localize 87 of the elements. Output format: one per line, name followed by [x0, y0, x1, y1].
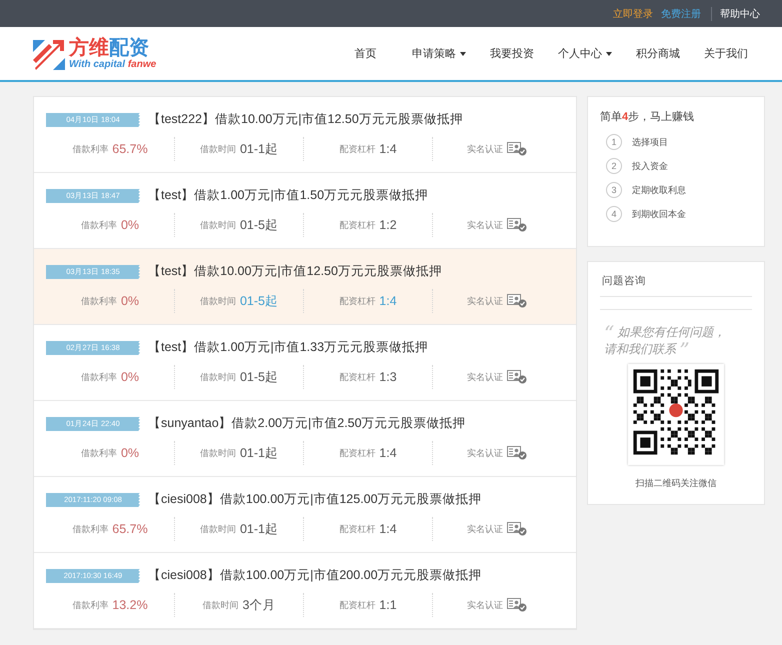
rate-value: 0% — [120, 370, 140, 384]
rate-value: 0% — [120, 218, 140, 232]
stat-label: 借款时间 — [202, 598, 239, 612]
rate-value: 0% — [120, 294, 140, 308]
stat-label: 借款利率 — [80, 446, 117, 460]
rate-value: 0% — [120, 446, 140, 460]
loan-title[interactable]: 【test】借款1.00万元|市值1.50万元元股票做抵押 — [148, 187, 428, 204]
top-link[interactable]: 立即登录 — [609, 6, 657, 20]
stat-label: 实名认证 — [467, 446, 503, 460]
nav-item[interactable]: 我要投资 — [478, 46, 546, 61]
id-card-check-icon — [507, 294, 527, 308]
leverage-value: 1:4 — [379, 446, 397, 460]
nav-item[interactable]: 申请策略 — [400, 46, 478, 61]
logo-tagline: With capital fanwe — [69, 58, 156, 70]
card-title: 问题咨询 — [600, 274, 752, 297]
stat-label: 借款利率 — [80, 294, 117, 308]
stat-label: 配资杠杆 — [339, 522, 376, 536]
leverage-value: 1:2 — [379, 218, 397, 232]
loan-title[interactable]: 【ciesi008】借款100.00万元|市值125.00万元元股票做抵押 — [148, 491, 482, 508]
stat-label: 借款利率 — [72, 598, 108, 612]
rate-value: 13.2% — [112, 598, 148, 612]
stat-label: 借款时间 — [200, 294, 236, 308]
loan-title[interactable]: 【test】借款10.00万元|市值12.50万元元股票做抵押 — [148, 263, 442, 280]
id-card-check-icon — [507, 142, 527, 156]
term-value: 01-5起 — [240, 292, 278, 310]
rate-value: 65.7% — [112, 142, 148, 156]
stat-label: 配资杠杆 — [339, 142, 376, 156]
step-label: 到期收回本金 — [632, 208, 686, 220]
step-label: 选择项目 — [632, 136, 668, 148]
stat-label: 借款利率 — [72, 142, 108, 156]
step-label: 投入资金 — [632, 160, 668, 172]
stat-label: 借款利率 — [72, 522, 108, 536]
term-value: 01-1起 — [240, 444, 278, 462]
stat-label: 实名认证 — [467, 142, 503, 156]
term-value: 01-1起 — [240, 140, 278, 158]
top-link[interactable]: 帮助中心 — [711, 6, 764, 20]
stat-label: 配资杠杆 — [339, 370, 376, 384]
stat-label: 配资杠杆 — [339, 446, 376, 460]
id-card-check-icon — [507, 446, 527, 460]
rate-value: 65.7% — [112, 522, 148, 536]
stat-label: 实名认证 — [467, 218, 503, 232]
stat-label: 配资杠杆 — [339, 598, 376, 612]
leverage-value: 1:3 — [379, 370, 397, 384]
id-card-check-icon — [507, 218, 527, 232]
nav-item[interactable]: 首页 — [331, 46, 400, 61]
stat-label: 实名认证 — [467, 294, 503, 308]
stat-label: 实名认证 — [467, 370, 503, 384]
id-card-check-icon — [507, 370, 527, 384]
term-value: 01-1起 — [240, 520, 278, 538]
leverage-value: 1:4 — [379, 522, 397, 536]
loan-title[interactable]: 【test】借款1.00万元|市值1.33万元元股票做抵押 — [148, 339, 428, 356]
nav-item[interactable]: 个人中心 — [546, 46, 624, 61]
term-value: 01-5起 — [240, 368, 278, 386]
stat-label: 借款利率 — [80, 370, 117, 384]
stat-label: 借款时间 — [200, 522, 236, 536]
nav-item[interactable]: 积分商城 — [624, 46, 692, 61]
steps-heading: 简单4步，马上赚钱 — [600, 110, 696, 124]
loan-title[interactable]: 【test222】借款10.00万元|市值12.50万元元股票做抵押 — [148, 111, 463, 128]
leverage-value: 1:4 — [379, 142, 397, 156]
stat-label: 借款时间 — [200, 142, 236, 156]
term-value: 01-5起 — [240, 216, 278, 234]
nav-item[interactable]: 关于我们 — [692, 46, 760, 61]
stat-label: 借款时间 — [200, 218, 236, 232]
id-card-check-icon — [507, 598, 527, 612]
qr-caption: 扫描二维码关注微信 — [636, 477, 716, 490]
leverage-value: 1:1 — [379, 598, 397, 612]
loan-title[interactable]: 【sunyantao】借款2.00万元|市值2.50万元元股票做抵押 — [148, 415, 466, 432]
leverage-value: 1:4 — [379, 294, 397, 308]
step-number: 3 — [606, 182, 622, 198]
caret-icon — [460, 52, 466, 56]
stat-label: 配资杠杆 — [339, 294, 376, 308]
stat-label: 配资杠杆 — [339, 218, 376, 232]
stat-label: 借款利率 — [80, 218, 117, 232]
stat-label: 实名认证 — [467, 598, 503, 612]
id-card-check-icon — [507, 522, 527, 536]
term-value: 3个月 — [242, 596, 276, 614]
logo-icon — [33, 38, 65, 70]
step-number: 1 — [606, 134, 622, 150]
logo-title: 方维配资 — [69, 36, 150, 58]
step-number: 2 — [606, 158, 622, 174]
caret-icon — [606, 52, 612, 56]
stat-label: 借款时间 — [200, 370, 236, 384]
step-number: 4 — [606, 206, 622, 222]
stat-label: 实名认证 — [467, 522, 503, 536]
stat-label: 借款时间 — [200, 446, 236, 460]
step-label: 定期收取利息 — [632, 184, 686, 196]
loan-title[interactable]: 【ciesi008】借款100.00万元|市值200.00万元元股票做抵押 — [148, 567, 482, 584]
